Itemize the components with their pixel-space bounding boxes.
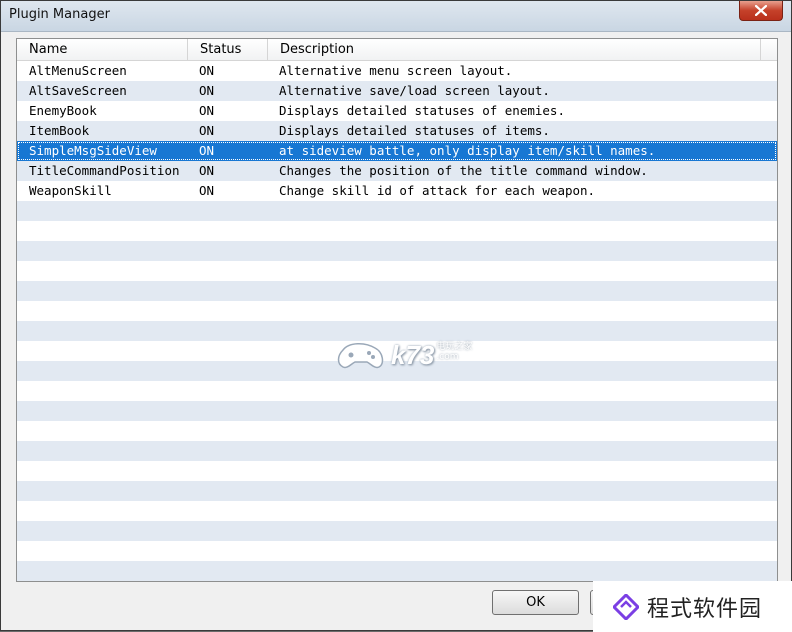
plugin-list[interactable]: Name Status Description AltMenuScreen ON A… [16,38,778,582]
plugin-name: TitleCommandPosition [29,163,180,178]
empty-row[interactable] [17,261,777,281]
plugin-description: Change skill id of attack for each weapo… [279,183,596,198]
empty-row[interactable] [17,481,777,501]
plugin-description: Displays detailed statuses of enemies. [279,103,565,118]
plugin-row[interactable]: SimpleMsgSideView ON at sideview battle, o… [17,141,777,161]
plugin-status: ON [199,163,215,178]
plugin-name: AltSaveScreen [29,83,127,98]
plugin-status: ON [199,143,215,158]
empty-row[interactable] [17,561,777,581]
empty-row[interactable] [17,301,777,321]
title-bar[interactable]: Plugin Manager [1,1,791,32]
brand-logo-icon [613,593,639,620]
plugin-name: ItemBook [29,123,90,138]
plugin-name: WeaponSkill [29,183,112,198]
plugin-description: Changes the position of the title comman… [279,163,648,178]
list-header: Name Status Description [17,39,777,61]
window-title: Plugin Manager [9,7,110,22]
column-header-description[interactable]: Description [268,39,761,61]
plugin-row[interactable]: AltMenuScreen ON Alternative menu screen l… [17,61,777,81]
plugin-name: AltMenuScreen [29,63,127,78]
empty-row[interactable] [17,281,777,301]
empty-row[interactable] [17,501,777,521]
column-header-status[interactable]: Status [188,39,268,61]
empty-row[interactable] [17,441,777,461]
empty-row[interactable] [17,341,777,361]
plugin-status: ON [199,103,215,118]
empty-row[interactable] [17,381,777,401]
plugin-name: EnemyBook [29,103,97,118]
plugin-row[interactable]: EnemyBook ON Displays detailed statuses of… [17,101,777,121]
empty-row[interactable] [17,201,777,221]
plugin-row[interactable]: AltSaveScreen ON Alternative save/load scr… [17,81,777,101]
plugin-status: ON [199,123,215,138]
empty-row[interactable] [17,221,777,241]
plugin-name: SimpleMsgSideView [29,143,157,158]
plugin-row[interactable]: WeaponSkill ON Change skill id of attack f… [17,181,777,201]
empty-row[interactable] [17,461,777,481]
plugin-description: at sideview battle, only display item/sk… [279,143,656,158]
ok-button[interactable]: OK [492,590,579,615]
plugin-description: Alternative menu screen layout. [279,63,513,78]
plugin-row[interactable]: TitleCommandPosition ON Changes the positi… [17,161,777,181]
empty-row[interactable] [17,321,777,341]
plugin-description: Displays detailed statuses of items. [279,123,550,138]
plugin-status: ON [199,63,215,78]
column-header-name[interactable]: Name [17,39,188,61]
brand-name: 程式软件园 [647,596,763,622]
column-header-filler [761,39,777,61]
plugin-row[interactable]: ItemBook ON Displays detailed statuses of … [17,121,777,141]
plugin-status: ON [199,183,215,198]
empty-row[interactable] [17,521,777,541]
empty-row[interactable] [17,401,777,421]
plugin-description: Alternative save/load screen layout. [279,83,550,98]
close-button[interactable] [739,1,783,21]
list-rows: AltMenuScreen ON Alternative menu screen l… [17,61,777,581]
plugin-manager-window: Plugin Manager Name Status Description A… [0,0,792,632]
plugin-status: ON [199,83,215,98]
brand-watermark: 程式软件园 [593,581,792,632]
empty-row[interactable] [17,541,777,561]
empty-row[interactable] [17,361,777,381]
close-icon [755,5,767,16]
empty-row[interactable] [17,241,777,261]
empty-row[interactable] [17,421,777,441]
